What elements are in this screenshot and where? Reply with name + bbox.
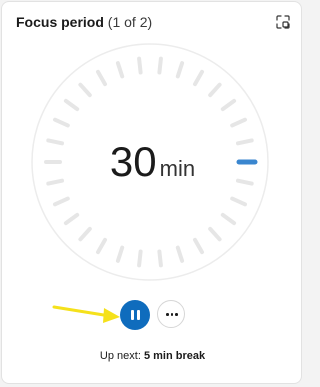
pause-button[interactable] xyxy=(120,300,150,330)
dial-tick xyxy=(157,56,163,75)
time-unit: min xyxy=(159,156,196,181)
dial-tick xyxy=(137,249,143,268)
up-next-text: Up next: 5 min break xyxy=(0,350,305,362)
dial-tick xyxy=(230,117,247,128)
dial-tick xyxy=(53,196,70,207)
dial-tick xyxy=(63,98,80,112)
dial-tick xyxy=(115,61,125,79)
arrow-right-icon xyxy=(52,305,120,323)
dial-tick xyxy=(96,237,107,255)
more-options-button[interactable] xyxy=(157,300,185,328)
dial-tick xyxy=(230,196,247,207)
dial-tick xyxy=(208,226,222,242)
dial-tick xyxy=(63,212,80,226)
dial-tick xyxy=(115,245,125,263)
time-value: 30 xyxy=(109,138,157,185)
dial-tick xyxy=(193,237,204,255)
dial-tick xyxy=(137,56,143,75)
dial-tick xyxy=(220,98,237,112)
dial-tick xyxy=(193,69,204,87)
dial-tick xyxy=(175,61,185,79)
time-remaining: 30 min xyxy=(0,138,305,186)
dial-tick xyxy=(208,82,222,98)
dial-tick xyxy=(53,117,70,128)
dial-tick xyxy=(78,82,92,98)
dial-tick xyxy=(96,69,107,87)
dial-tick xyxy=(157,249,163,268)
up-next-value: 5 min break xyxy=(143,350,206,362)
dial-tick xyxy=(175,245,185,263)
up-next-label: Up next: xyxy=(99,350,141,362)
dial-tick xyxy=(220,212,237,226)
dial-tick xyxy=(78,226,92,242)
